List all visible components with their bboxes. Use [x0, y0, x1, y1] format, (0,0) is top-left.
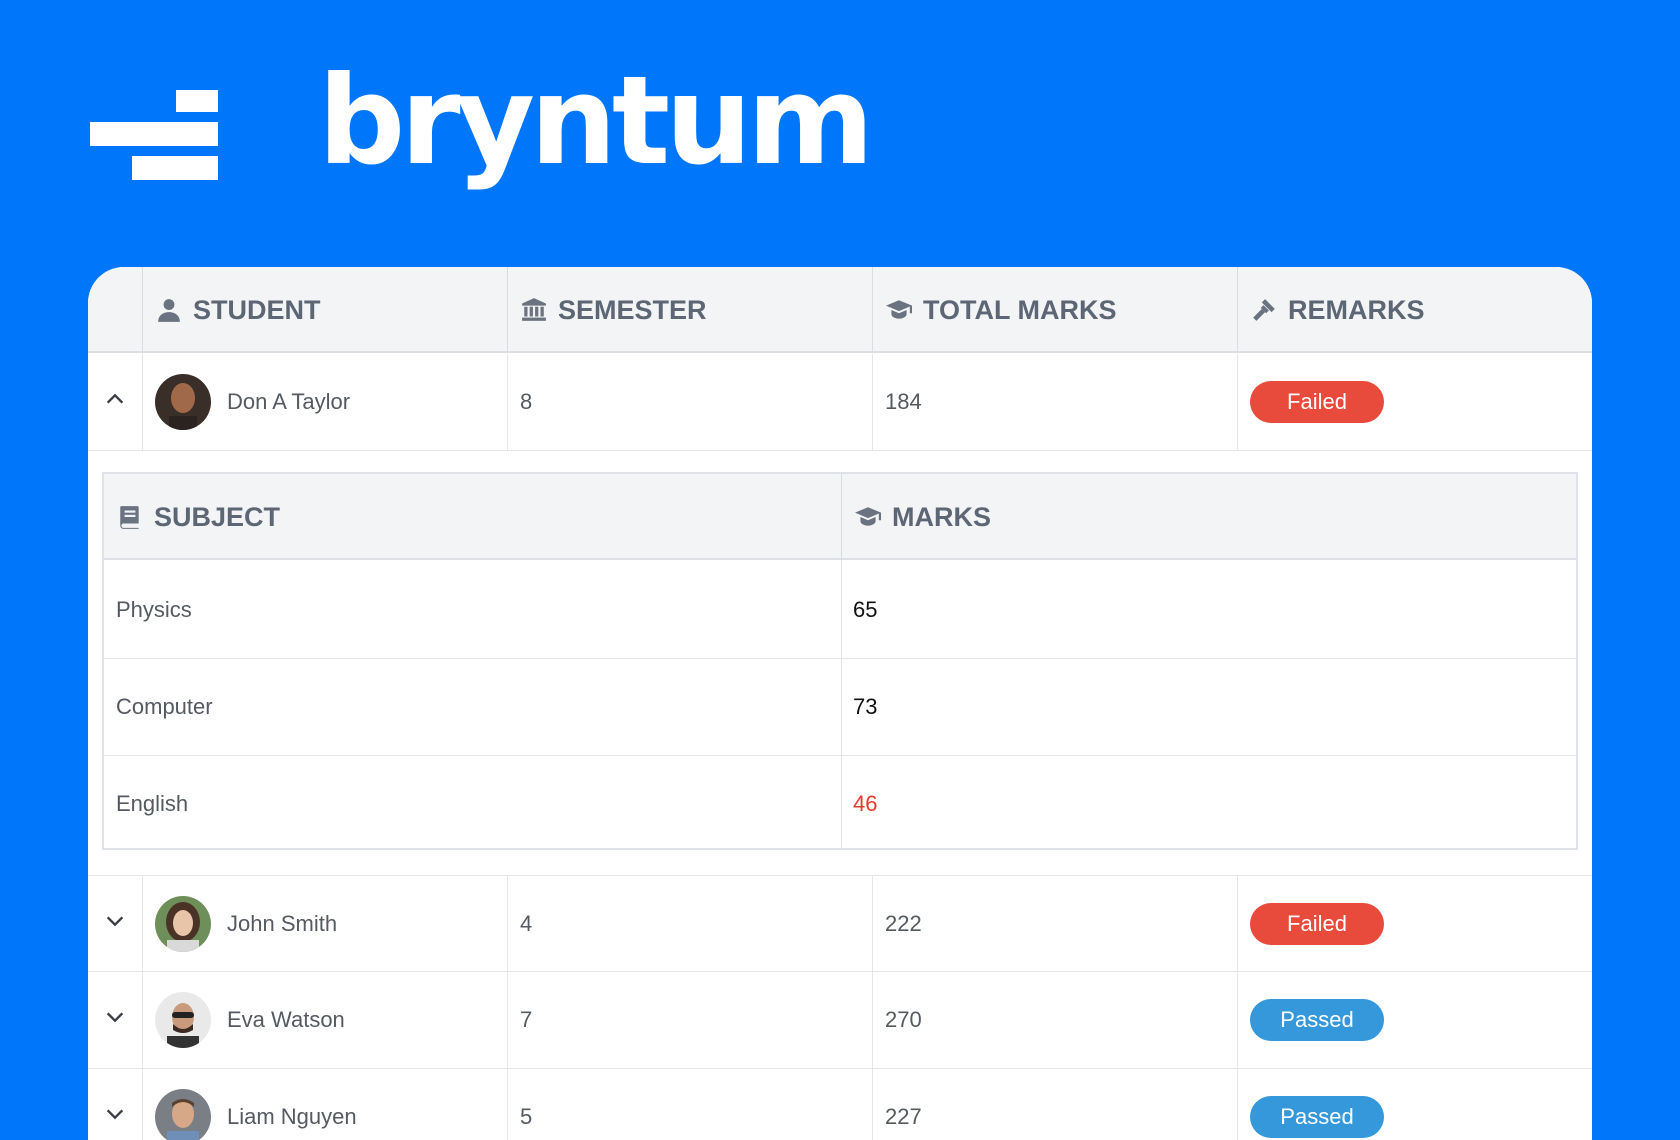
remarks-cell: Failed — [1237, 876, 1592, 972]
student-name: Don A Taylor — [227, 389, 351, 414]
total-marks-cell: 270 — [872, 972, 1237, 1068]
graduation-cap-icon — [885, 296, 913, 324]
chevron-up-icon — [104, 388, 126, 416]
semester-cell: 4 — [507, 876, 872, 972]
logo-wordmark: bryntum — [318, 50, 874, 192]
column-label: MARKS — [892, 501, 991, 532]
table-row[interactable]: John Smith 4 222 Failed — [88, 875, 1592, 972]
user-icon — [155, 296, 183, 324]
column-label: REMARKS — [1288, 294, 1425, 325]
student-cell: Don A Taylor — [142, 354, 507, 450]
chevron-down-icon — [104, 1103, 126, 1131]
avatar — [155, 1089, 211, 1140]
subgrid-row[interactable]: Computer 73 — [104, 659, 1576, 756]
subgrid-header: SUBJECT MARKS — [104, 474, 1576, 560]
column-header-subject[interactable]: SUBJECT — [104, 474, 841, 560]
column-label: SUBJECT — [154, 501, 281, 532]
semester-cell: 8 — [507, 354, 872, 450]
bryntum-logo: bryntum — [90, 60, 874, 202]
subgrid-row[interactable]: English 46 — [104, 756, 1576, 853]
institution-icon — [520, 296, 548, 324]
expand-toggle[interactable] — [88, 1069, 142, 1140]
student-name: Liam Nguyen — [227, 1104, 357, 1129]
student-name: John Smith — [227, 911, 338, 936]
marks-cell: 73 — [853, 694, 878, 719]
subject-cell: English — [116, 791, 189, 816]
semester-cell: 7 — [507, 972, 872, 1068]
remarks-cell: Passed — [1237, 1069, 1592, 1140]
chevron-down-icon — [104, 910, 126, 938]
column-header-total-marks[interactable]: TOTAL MARKS — [872, 267, 1237, 353]
subgrid-row[interactable]: Physics 65 — [104, 562, 1576, 659]
remarks-cell: Passed — [1237, 972, 1592, 1068]
table-row[interactable]: Liam Nguyen 5 227 Passed — [88, 1069, 1592, 1140]
column-header-remarks[interactable]: REMARKS — [1237, 267, 1592, 353]
total-marks-cell: 222 — [872, 876, 1237, 972]
column-label: SEMESTER — [558, 294, 707, 325]
column-header-semester[interactable]: SEMESTER — [507, 267, 872, 353]
status-badge: Failed — [1250, 903, 1384, 945]
avatar — [155, 896, 211, 952]
student-name: Eva Watson — [227, 1007, 345, 1032]
students-grid: STUDENT SEMESTER TOTAL MARKS REMARKS Don… — [88, 267, 1592, 1140]
student-cell: Liam Nguyen — [142, 1069, 507, 1140]
marks-cell: 46 — [853, 791, 878, 816]
status-badge: Passed — [1250, 1096, 1384, 1138]
logo-bar — [90, 122, 218, 146]
subject-cell: Physics — [116, 597, 192, 622]
column-header-student[interactable]: STUDENT — [142, 267, 507, 353]
expand-toggle[interactable] — [88, 972, 142, 1068]
gavel-icon — [1250, 296, 1278, 324]
expand-toggle[interactable] — [88, 876, 142, 972]
column-label: TOTAL MARKS — [923, 294, 1117, 325]
semester-cell: 5 — [507, 1069, 872, 1140]
status-badge: Failed — [1250, 381, 1384, 423]
remarks-cell: Failed — [1237, 354, 1592, 450]
collapse-toggle[interactable] — [88, 354, 142, 450]
avatar — [155, 374, 211, 430]
book-icon — [116, 503, 144, 531]
subjects-subgrid: SUBJECT MARKS Physics 65 Computer 73 Eng… — [102, 472, 1578, 850]
avatar — [155, 992, 211, 1048]
student-cell: John Smith — [142, 876, 507, 972]
total-marks-cell: 184 — [872, 354, 1237, 450]
student-cell: Eva Watson — [142, 972, 507, 1068]
chevron-down-icon — [104, 1006, 126, 1034]
total-marks-cell: 227 — [872, 1069, 1237, 1140]
column-label: STUDENT — [193, 294, 321, 325]
logo-bar — [176, 90, 218, 112]
graduation-cap-icon — [854, 503, 882, 531]
table-row[interactable]: Don A Taylor 8 184 Failed — [88, 354, 1592, 451]
subject-cell: Computer — [116, 694, 213, 719]
status-badge: Passed — [1250, 999, 1384, 1041]
grid-header: STUDENT SEMESTER TOTAL MARKS REMARKS — [88, 267, 1592, 353]
marks-cell: 65 — [853, 597, 878, 622]
logo-bar — [132, 156, 218, 180]
table-row[interactable]: Eva Watson 7 270 Passed — [88, 972, 1592, 1069]
column-header-marks[interactable]: MARKS — [841, 474, 1576, 560]
